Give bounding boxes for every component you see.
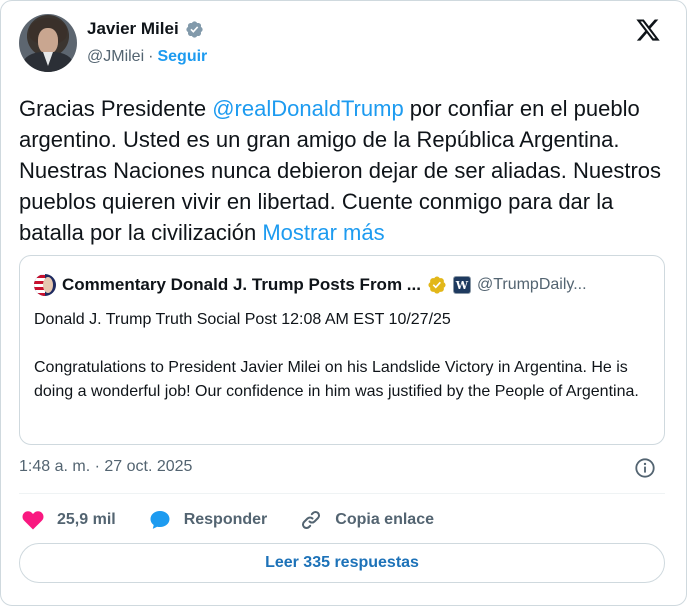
read-replies-button[interactable]: Leer 335 respuestas — [19, 543, 665, 583]
like-count: 25,9 mil — [57, 511, 116, 528]
quoted-post-line: Congratulations to President Javier Mile… — [34, 359, 639, 400]
heart-icon — [22, 511, 44, 530]
link-icon — [302, 510, 321, 530]
x-logo-icon[interactable] — [634, 17, 662, 43]
author-name[interactable]: Javier Milei — [87, 19, 179, 39]
quoted-post-line: Donald J. Trump Truth Social Post 12:08 … — [34, 311, 451, 328]
quoted-post[interactable]: Commentary Donald J. Trump Posts From ..… — [19, 255, 665, 445]
quoted-post-header: Commentary Donald J. Trump Posts From ..… — [34, 274, 654, 296]
separator-dot: · — [148, 48, 154, 65]
show-more-link[interactable]: Mostrar más — [262, 220, 384, 245]
verified-badge-icon — [186, 20, 203, 38]
author-handle-row: @JMilei · Seguir — [87, 48, 207, 66]
tweet-text: Gracias Presidente @realDonaldTrump por … — [19, 93, 669, 248]
speech-bubble-icon — [150, 511, 170, 529]
reply-button[interactable]: Responder — [148, 508, 268, 532]
info-icon[interactable] — [634, 457, 656, 479]
like-button[interactable]: 25,9 mil — [21, 508, 116, 532]
reply-label: Responder — [183, 511, 268, 528]
tweet-card: Javier Milei @JMilei · Seguir Gracias Pr… — [0, 0, 687, 606]
affiliate-badge-icon: W — [452, 276, 471, 294]
quoted-post-body: Donald J. Trump Truth Social Post 12:08 … — [34, 308, 644, 404]
action-bar: 25,9 mil Responder Copia enlace — [21, 507, 466, 533]
tweet-header: Javier Milei @JMilei · Seguir — [19, 14, 669, 76]
tweet-text-start: Gracias Presidente — [19, 96, 213, 121]
quoted-author-handle: @TrumpDaily... — [476, 276, 587, 293]
quoted-author-avatar — [34, 274, 56, 296]
author-handle[interactable]: @JMilei — [87, 48, 144, 66]
copy-link-button[interactable]: Copia enlace — [299, 508, 434, 532]
quoted-author-name: Commentary Donald J. Trump Posts From ..… — [62, 275, 421, 294]
mention-link[interactable]: @realDonaldTrump — [212, 96, 403, 121]
follow-button[interactable]: Seguir — [157, 48, 207, 66]
author-avatar[interactable] — [19, 14, 77, 72]
gold-verified-badge-icon — [428, 276, 446, 294]
post-timestamp[interactable]: 1:48 a. m. · 27 oct. 2025 — [19, 458, 192, 476]
divider — [19, 493, 665, 494]
copy-link-label: Copia enlace — [335, 511, 434, 528]
author-name-row: Javier Milei — [87, 19, 204, 39]
